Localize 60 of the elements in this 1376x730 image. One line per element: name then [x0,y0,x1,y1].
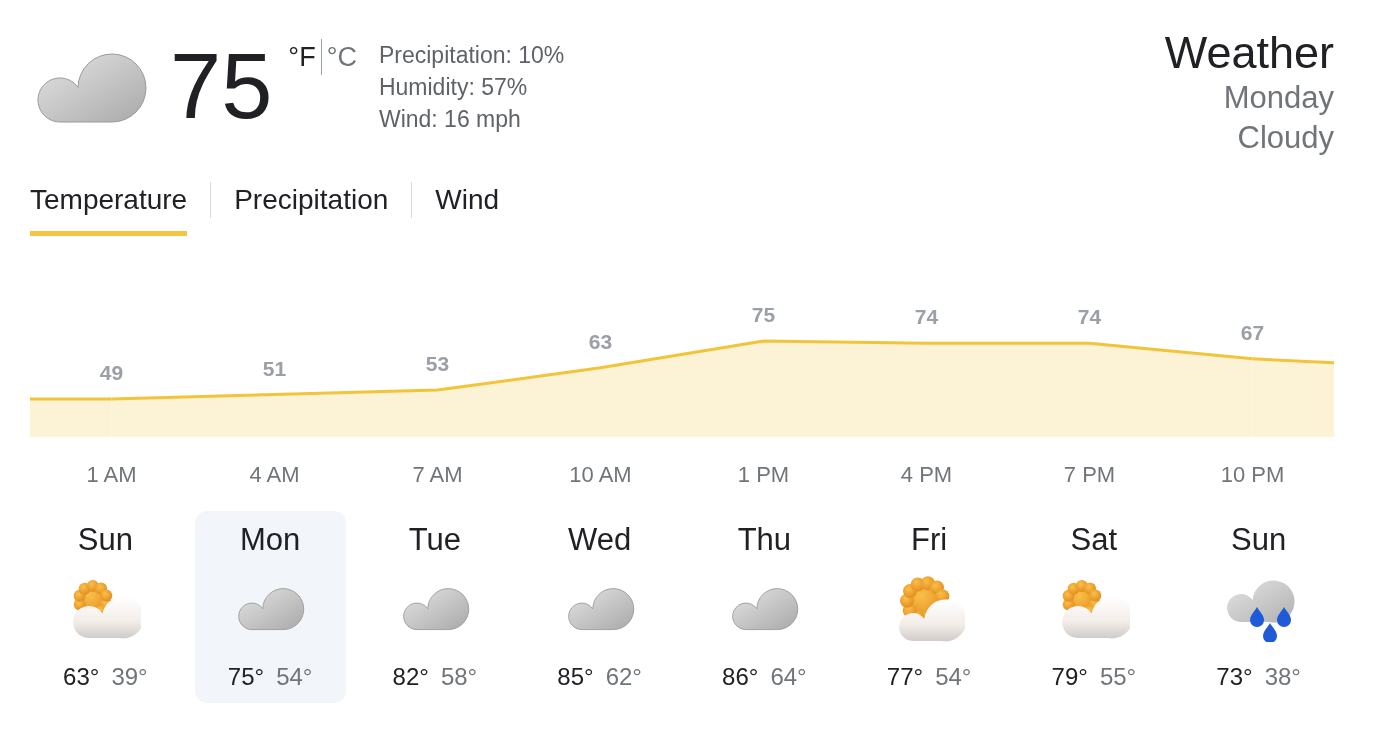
day-card[interactable]: Sun 73° 38° [1183,511,1334,703]
time-label: 1 PM [737,462,790,487]
high-temperature: 86° [722,663,759,691]
high-temperature: 79° [1051,663,1088,691]
day-name: Wed [568,523,632,557]
time-label: 4 PM [900,462,953,487]
weather-detail: Wind: 16 mph [378,105,522,134]
tab[interactable]: Wind [435,185,500,236]
low-temperature: 62° [605,663,642,691]
unit-toggle[interactable]: °F [283,41,321,73]
time-label: 10 AM [569,462,632,487]
value-label: 51 [262,356,287,380]
day-card[interactable]: Tue 82° 58° [359,511,511,703]
day-name: Sat [1070,523,1118,557]
low-temperature: 38° [1264,663,1301,691]
high-temperature: 75° [227,663,265,691]
value-label: 49 [99,361,124,384]
day-card[interactable]: Fri 77° 54° [853,511,1005,703]
high-temperature: 82° [392,663,429,691]
day-card[interactable]: Mon 75° 54° [194,511,346,703]
day-name: Fri [911,523,948,557]
value-label: 63 [588,329,613,353]
low-temperature: 55° [1099,663,1137,691]
day-name: Sun [1231,523,1287,557]
day-name: Tue [408,523,461,557]
weather-detail: Precipitation: 10% [378,41,565,70]
day-name: Sun [77,523,133,557]
value-label: 53 [425,352,450,376]
time-label: 7 PM [1063,462,1116,487]
value-label: 75 [751,303,776,326]
low-temperature: 39° [111,663,148,691]
day-name: Thu [737,523,792,557]
high-temperature: 85° [557,663,594,691]
day-card[interactable]: Thu 86° 64° [689,511,840,703]
weather-detail: Humidity: 57% [378,73,529,102]
day-name: Mon [239,523,301,557]
time-label: 1 AM [86,462,137,487]
value-label: 74 [914,305,939,329]
day-card[interactable]: Sun 63° 39° [30,511,181,703]
low-temperature: 54° [276,663,313,691]
day-card[interactable]: Sat 79° 55° [1018,511,1170,703]
time-label: 7 AM [412,462,463,487]
tab[interactable]: Precipitation [234,185,389,236]
high-temperature: 63° [63,663,100,691]
tab[interactable]: Temperature [30,185,188,236]
time-label: 10 PM [1220,462,1285,487]
day-card[interactable]: Wed 85° 62° [524,511,675,703]
unit-toggle[interactable]: °C [321,41,362,73]
current-temperature: 75 [170,40,273,132]
condition-label: Cloudy [1237,119,1334,157]
day-label: Monday [1223,79,1334,117]
time-label: 4 AM [249,462,300,487]
low-temperature: 58° [440,663,478,691]
high-temperature: 77° [886,663,924,691]
high-temperature: 73° [1216,663,1253,691]
widget-title: Weather [1164,28,1334,78]
low-temperature: 54° [935,663,972,691]
low-temperature: 64° [770,663,807,691]
value-label: 67 [1240,320,1265,344]
value-label: 74 [1077,305,1102,329]
